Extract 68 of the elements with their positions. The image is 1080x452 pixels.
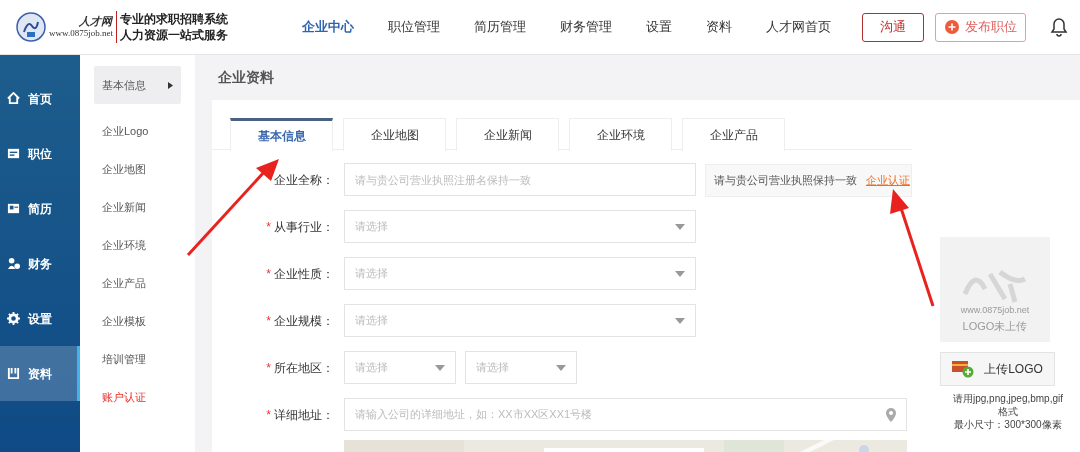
submenu-item[interactable]: 企业Logo <box>94 112 181 150</box>
nav-link[interactable]: 财务管理 <box>543 17 629 37</box>
sidebar-item[interactable]: 财务 <box>0 236 80 291</box>
submenu-item[interactable]: 企业模板 <box>94 302 181 340</box>
plus-icon <box>944 20 959 34</box>
field-label: 企业全称： <box>274 171 334 189</box>
slogan: 人力资源一站式服务 <box>119 27 228 43</box>
placeholder-text: LOGO未上传 <box>962 318 1028 334</box>
tab[interactable]: 企业新闻 <box>456 118 559 151</box>
person-icon <box>7 257 20 270</box>
columns-icon <box>7 367 20 380</box>
submenu-item[interactable]: 培训管理 <box>94 340 181 378</box>
field-label: 企业规模： <box>274 312 334 330</box>
card-icon <box>7 147 20 160</box>
id-card-icon <box>7 202 20 215</box>
sidebar-item[interactable]: 资料 <box>0 346 80 401</box>
submenu-item[interactable]: 基本信息 <box>94 66 181 104</box>
field-label: 详细地址： <box>274 406 334 424</box>
publish-job-button[interactable]: 发布职位 <box>935 12 1026 42</box>
sidebar-item[interactable]: 设置 <box>0 291 80 346</box>
add-card-icon <box>952 360 975 378</box>
logo-url: www.0875job.net <box>49 27 113 39</box>
field-label: 所在地区： <box>274 359 334 377</box>
dropdown-caret-icon <box>675 270 685 277</box>
dropdown-caret-icon <box>675 223 685 230</box>
nav-link[interactable]: 职位管理 <box>371 17 457 37</box>
nav-link[interactable]: 简历管理 <box>457 17 543 37</box>
dropdown-caret-icon <box>556 364 566 371</box>
tab[interactable]: 企业地图 <box>343 118 446 151</box>
submenu-item[interactable]: 企业环境 <box>94 226 181 264</box>
required-mark: * <box>266 312 271 330</box>
chat-button[interactable]: 沟通 <box>862 12 924 42</box>
required-mark: * <box>266 406 271 424</box>
logo-icon <box>16 12 46 42</box>
submenu-item[interactable]: 企业新闻 <box>94 188 181 226</box>
nav-link[interactable]: 设置 <box>629 17 689 37</box>
nav-link[interactable]: 资料 <box>689 17 749 37</box>
nav-link[interactable]: 企业中心 <box>285 17 371 37</box>
logo-name: 人才网 <box>78 15 113 27</box>
field-label: 从事行业： <box>274 218 334 236</box>
nav-link[interactable]: 人才网首页 <box>749 17 848 37</box>
placeholder-text: www.0875job.net <box>960 304 1030 317</box>
verify-hint: 请与贵公司营业执照保持一致 <box>714 173 857 189</box>
required-mark: * <box>266 265 271 283</box>
upload-logo-button[interactable]: 上传LOGO <box>940 352 1055 386</box>
field-label: 企业性质： <box>274 265 334 283</box>
location-pin-icon <box>886 407 896 422</box>
tab[interactable]: 企业环境 <box>569 118 672 151</box>
sidebar-item[interactable]: 简历 <box>0 181 80 236</box>
page-title: 企业资料 <box>217 68 275 87</box>
upload-hint: 请用jpg,png,jpeg,bmp,gif格式 <box>951 392 1065 418</box>
dropdown-caret-icon <box>675 317 685 324</box>
submenu-item[interactable]: 账户认证 <box>94 378 181 416</box>
settings-icon <box>7 312 20 325</box>
required-mark: * <box>266 218 271 236</box>
required-mark: * <box>266 359 271 377</box>
caret-icon <box>168 81 173 89</box>
dropdown-caret-icon <box>435 364 445 371</box>
tab[interactable]: 企业产品 <box>682 118 785 151</box>
upload-hint: 最小尺寸：300*300像素 <box>954 418 1062 431</box>
slogan: 专业的求职招聘系统 <box>119 11 228 27</box>
sidebar-item[interactable]: 首页 <box>0 71 80 126</box>
sidebar-item[interactable]: 职位 <box>0 126 80 181</box>
submenu-item[interactable]: 企业地图 <box>94 150 181 188</box>
bell-icon[interactable] <box>1050 17 1068 37</box>
submenu-item[interactable]: 企业产品 <box>94 264 181 302</box>
tab[interactable]: 基本信息 <box>230 118 333 151</box>
home-icon <box>7 92 20 105</box>
